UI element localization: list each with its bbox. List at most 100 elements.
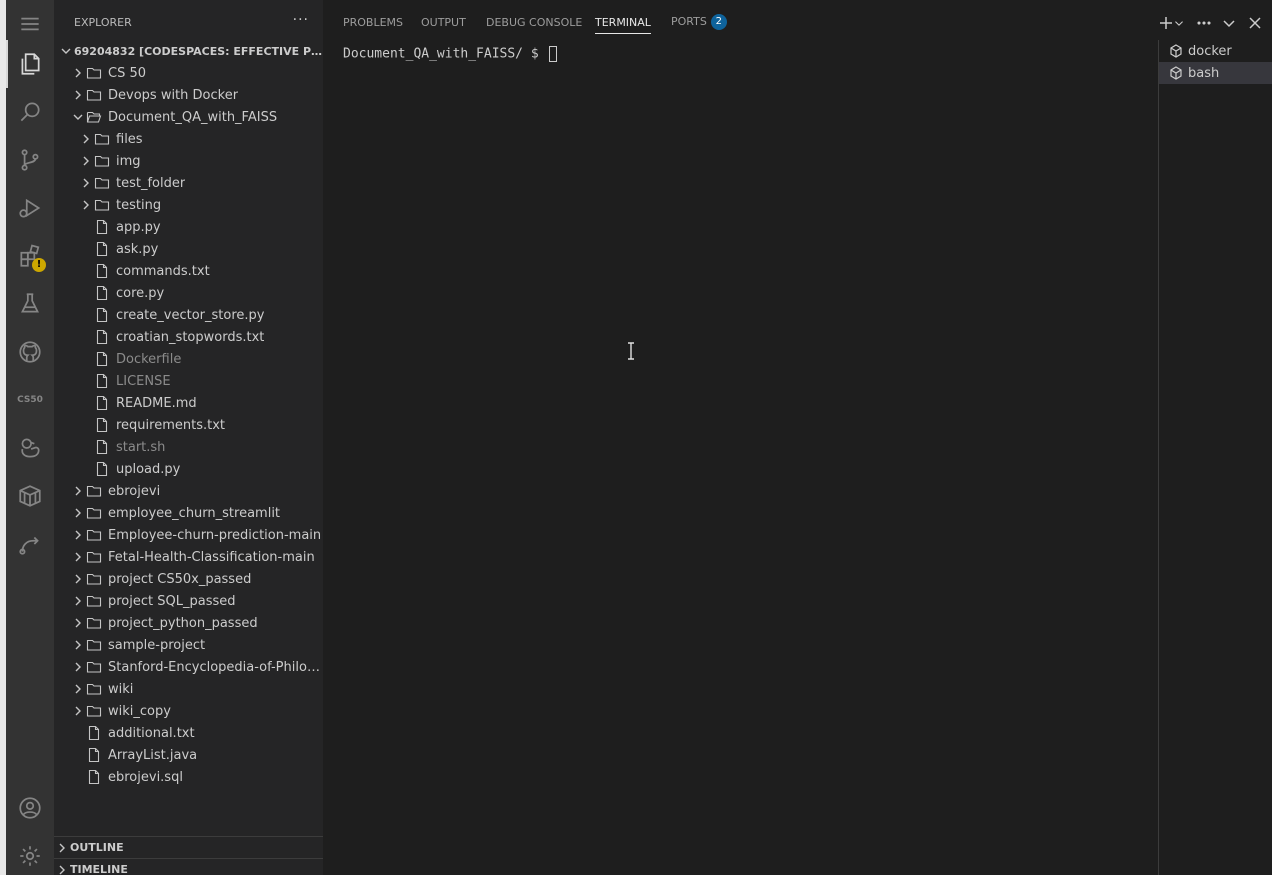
chevron-right-icon bbox=[70, 568, 86, 590]
folder-item-sample-project[interactable]: sample-project bbox=[54, 634, 323, 656]
file-item-dockerfile[interactable]: Dockerfile bbox=[54, 348, 323, 370]
file-icon bbox=[94, 263, 110, 279]
tree-item-label: testing bbox=[116, 197, 162, 213]
timeline-section[interactable]: TIMELINE bbox=[54, 858, 323, 875]
terminal-cube-icon bbox=[1170, 66, 1182, 80]
more-actions-icon[interactable] bbox=[1195, 14, 1213, 32]
search-icon[interactable] bbox=[6, 88, 54, 136]
file-icon bbox=[86, 769, 102, 785]
tab-problems[interactable]: PROBLEMS bbox=[343, 16, 403, 34]
tree-item-label: CS 50 bbox=[108, 65, 147, 81]
folder-item-employee-churn-prediction-main[interactable]: Employee-churn-prediction-main bbox=[54, 524, 323, 546]
folder-item-cs-50[interactable]: CS 50 bbox=[54, 62, 323, 84]
tree-item-label: project SQL_passed bbox=[108, 593, 236, 609]
tab-output[interactable]: OUTPUT bbox=[421, 16, 466, 34]
folder-item-img[interactable]: img bbox=[54, 150, 323, 172]
file-icon bbox=[86, 747, 102, 763]
cs50-icon[interactable]: CS50 bbox=[6, 376, 54, 424]
run-debug-icon[interactable] bbox=[6, 184, 54, 232]
terminal-item-label: docker bbox=[1188, 43, 1232, 59]
testing-flask-icon[interactable] bbox=[6, 280, 54, 328]
tree-item-label: ask.py bbox=[116, 241, 159, 257]
more-actions-icon[interactable]: ··· bbox=[293, 12, 309, 28]
file-item-requirements-txt[interactable]: requirements.txt bbox=[54, 414, 323, 436]
file-item-ebrojevi-sql[interactable]: ebrojevi.sql bbox=[54, 766, 323, 788]
tab-debug-console[interactable]: DEBUG CONSOLE bbox=[486, 16, 582, 34]
folder-icon bbox=[86, 703, 102, 719]
folder-item-devops-with-docker[interactable]: Devops with Docker bbox=[54, 84, 323, 106]
folder-item-testing[interactable]: testing bbox=[54, 194, 323, 216]
tab-ports[interactable]: PORTS 2 bbox=[671, 14, 727, 32]
file-item-readme-md[interactable]: README.md bbox=[54, 392, 323, 414]
folder-item-project-python-passed[interactable]: project_python_passed bbox=[54, 612, 323, 634]
chevron-right-icon bbox=[70, 590, 86, 612]
folder-item-files[interactable]: files bbox=[54, 128, 323, 150]
workspace-root[interactable]: 69204832 [CODESPACES: EFFECTIVE POTATO] bbox=[54, 40, 323, 62]
folder-item-employee-churn-streamlit[interactable]: employee_churn_streamlit bbox=[54, 502, 323, 524]
file-icon bbox=[94, 307, 110, 323]
extensions-icon[interactable]: ! bbox=[6, 232, 54, 280]
file-icon bbox=[94, 219, 110, 235]
tab-terminal[interactable]: TERMINAL bbox=[595, 16, 651, 34]
remote-explorer-icon[interactable] bbox=[6, 520, 54, 568]
folder-icon bbox=[86, 483, 102, 499]
chevron-right-icon bbox=[70, 656, 86, 678]
explorer-icon[interactable] bbox=[6, 40, 54, 88]
folder-item-stanford-encyclopedia-of-philosop[interactable]: Stanford-Encyclopedia-of-Philosop... bbox=[54, 656, 323, 678]
file-item-ask-py[interactable]: ask.py bbox=[54, 238, 323, 260]
container-icon[interactable] bbox=[6, 472, 54, 520]
folder-item-ebrojevi[interactable]: ebrojevi bbox=[54, 480, 323, 502]
terminal-item-docker[interactable]: docker bbox=[1159, 40, 1272, 62]
folder-icon bbox=[86, 615, 102, 631]
source-control-icon[interactable] bbox=[6, 136, 54, 184]
terminal-list: docker bash bbox=[1158, 40, 1272, 875]
settings-gear-icon[interactable] bbox=[6, 832, 54, 875]
folder-icon bbox=[86, 681, 102, 697]
tree-item-label: README.md bbox=[116, 395, 197, 411]
chevron-right-icon bbox=[70, 502, 86, 524]
terminal-item-bash[interactable]: bash bbox=[1159, 62, 1272, 84]
file-item-start-sh[interactable]: start.sh bbox=[54, 436, 323, 458]
tree-item-label: wiki bbox=[108, 681, 134, 697]
tree-item-label: upload.py bbox=[116, 461, 181, 477]
file-item-upload-py[interactable]: upload.py bbox=[54, 458, 323, 480]
file-item-additional-txt[interactable]: additional.txt bbox=[54, 722, 323, 744]
folder-item-document-qa-with-faiss[interactable]: Document_QA_with_FAISS bbox=[54, 106, 323, 128]
folder-item-wiki[interactable]: wiki bbox=[54, 678, 323, 700]
tree-item-label: Fetal-Health-Classification-main bbox=[108, 549, 315, 565]
close-panel-icon[interactable] bbox=[1246, 14, 1264, 32]
file-item-license[interactable]: LICENSE bbox=[54, 370, 323, 392]
terminal-dropdown-chevron-icon[interactable] bbox=[1173, 14, 1185, 32]
folder-open-icon bbox=[86, 109, 102, 125]
github-icon[interactable] bbox=[6, 328, 54, 376]
chevron-right-icon bbox=[78, 128, 94, 150]
file-item-arraylist-java[interactable]: ArrayList.java bbox=[54, 744, 323, 766]
tree-item-label: start.sh bbox=[116, 439, 166, 455]
tree-item-label: Document_QA_with_FAISS bbox=[108, 109, 278, 125]
chevron-right-icon bbox=[70, 612, 86, 634]
folder-item-project-sql-passed[interactable]: project SQL_passed bbox=[54, 590, 323, 612]
folder-icon bbox=[86, 659, 102, 675]
file-icon bbox=[94, 285, 110, 301]
duck-icon[interactable] bbox=[6, 424, 54, 472]
file-item-commands-txt[interactable]: commands.txt bbox=[54, 260, 323, 282]
file-item-create-vector-store-py[interactable]: create_vector_store.py bbox=[54, 304, 323, 326]
file-icon bbox=[94, 439, 110, 455]
folder-item-fetal-health-classification-main[interactable]: Fetal-Health-Classification-main bbox=[54, 546, 323, 568]
folder-item-wiki-copy[interactable]: wiki_copy bbox=[54, 700, 323, 722]
folder-item-project-cs50x-passed[interactable]: project CS50x_passed bbox=[54, 568, 323, 590]
folder-item-test-folder[interactable]: test_folder bbox=[54, 172, 323, 194]
maximize-panel-chevron-icon[interactable] bbox=[1220, 14, 1238, 32]
folder-icon bbox=[86, 637, 102, 653]
account-icon[interactable] bbox=[6, 784, 54, 832]
file-item-croatian-stopwords-txt[interactable]: croatian_stopwords.txt bbox=[54, 326, 323, 348]
file-item-core-py[interactable]: core.py bbox=[54, 282, 323, 304]
terminal-output[interactable]: Document_QA_with_FAISS/ $ bbox=[343, 46, 557, 62]
outline-section[interactable]: OUTLINE bbox=[54, 836, 323, 858]
folder-icon bbox=[94, 153, 110, 169]
file-item-app-py[interactable]: app.py bbox=[54, 216, 323, 238]
tab-ports-label: PORTS bbox=[671, 15, 707, 28]
